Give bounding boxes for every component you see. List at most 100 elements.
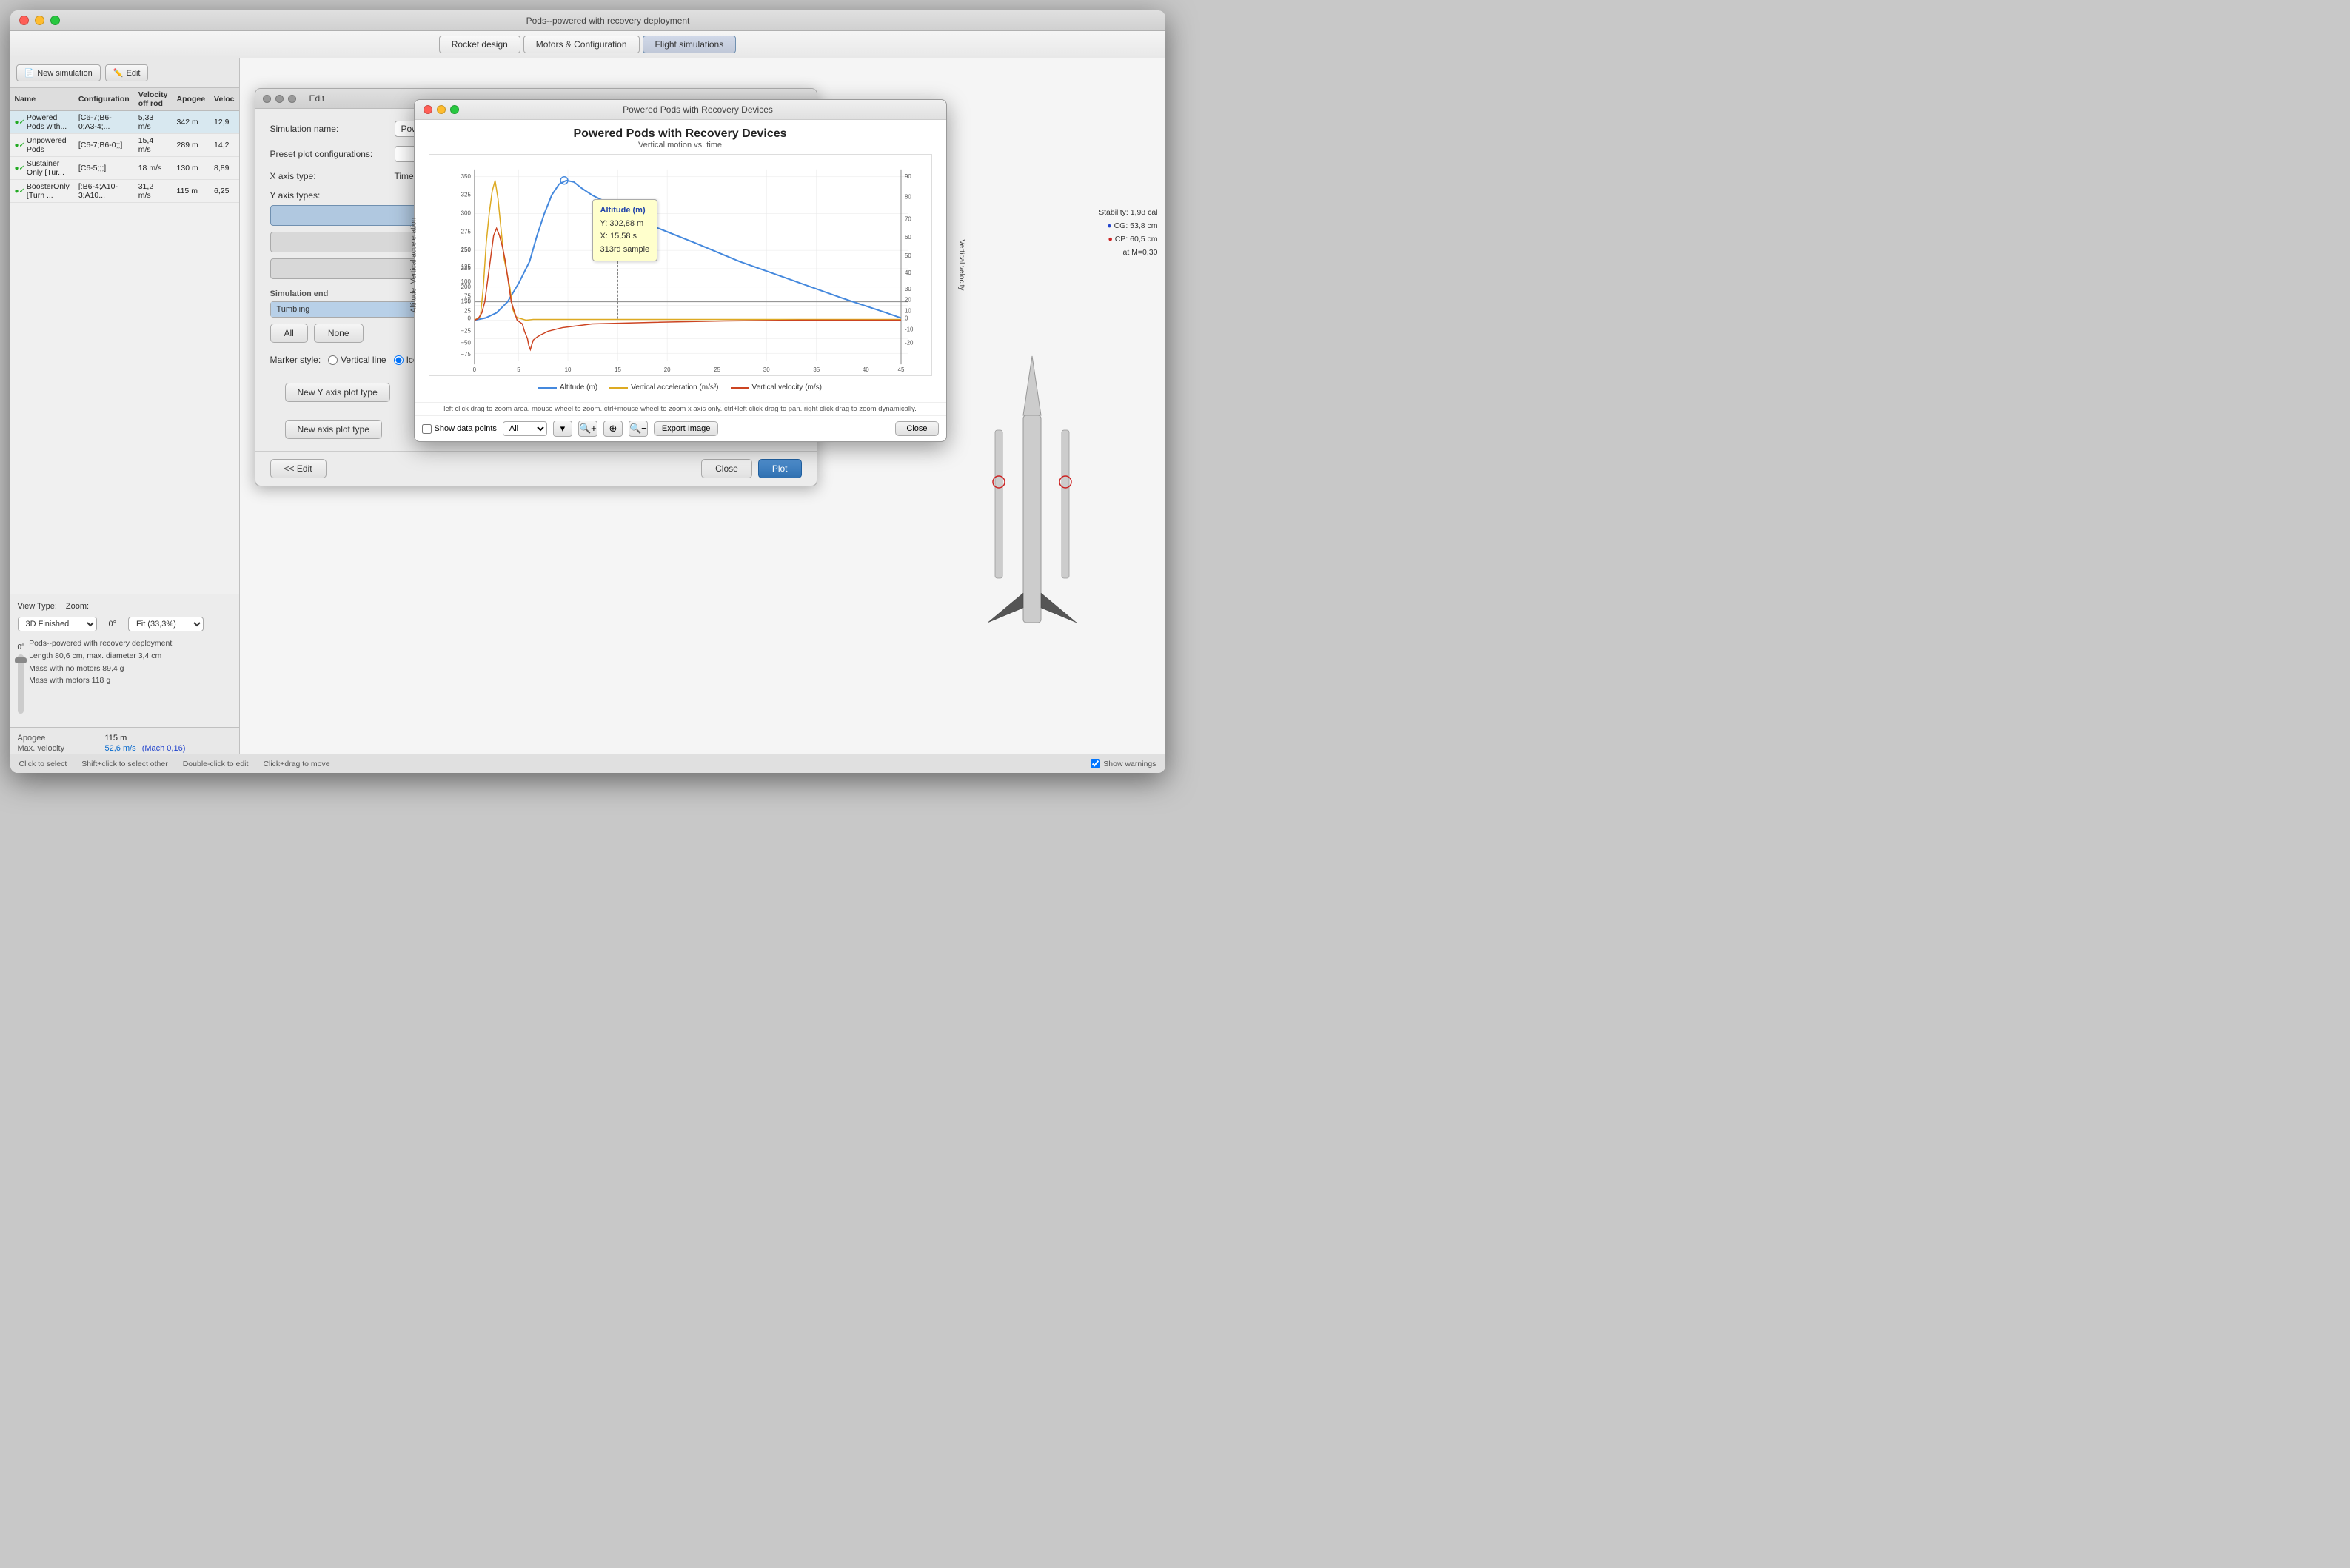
max-velocity-label: Max. velocity xyxy=(18,744,99,753)
legend-altitude: Altitude (m) xyxy=(538,383,597,392)
col-config: Configuration xyxy=(74,88,134,111)
chart-subtitle: Vertical motion vs. time xyxy=(422,141,939,150)
dialog-close-button[interactable]: Close xyxy=(701,459,752,478)
zoom-fit-icon[interactable]: ⊕ xyxy=(603,421,623,437)
edit-back-button[interactable]: << Edit xyxy=(270,459,327,478)
svg-text:20: 20 xyxy=(904,297,911,304)
dialog-close-btn[interactable] xyxy=(263,95,271,103)
svg-text:25: 25 xyxy=(464,308,471,315)
svg-text:15: 15 xyxy=(615,366,621,373)
center-panel: Edit Simulation name: Preset plot config… xyxy=(240,58,1165,771)
window-controls xyxy=(19,16,60,25)
svg-text:20: 20 xyxy=(663,366,670,373)
marker-vertical-line[interactable]: Vertical line xyxy=(328,355,386,365)
legend-vert-velocity: Vertical velocity (m/s) xyxy=(731,383,822,392)
status-green-icon: ●✓ xyxy=(15,141,25,150)
chart-svg: 350 325 300 275 250 225 200 175 150 125 xyxy=(429,155,931,375)
sim-end-tumbling[interactable]: Tumbling xyxy=(271,302,418,317)
svg-text:40: 40 xyxy=(904,269,911,276)
angle-panel: 0° xyxy=(18,637,25,720)
angle-slider[interactable] xyxy=(18,654,24,714)
edit-simulation-button[interactable]: ✏️ Edit xyxy=(105,64,149,81)
marker-label: Marker style: xyxy=(270,355,321,365)
table-row[interactable]: ●✓ BoosterOnly [Turn ... [:B6-4;A10-3;A1… xyxy=(10,180,239,203)
svg-text:-10: -10 xyxy=(904,326,913,332)
svg-text:25: 25 xyxy=(714,366,720,373)
show-warnings-section: Show warnings xyxy=(1091,759,1156,768)
view-panel: View Type: Zoom: 3D Finished 0° Fit (33,… xyxy=(10,594,239,727)
main-window: Pods--powered with recovery deployment R… xyxy=(10,10,1165,773)
svg-text:−50: −50 xyxy=(461,339,471,346)
svg-text:30: 30 xyxy=(763,366,769,373)
svg-text:150: 150 xyxy=(461,247,471,253)
chart-min-btn[interactable] xyxy=(437,105,446,114)
svg-text:10: 10 xyxy=(564,366,571,373)
zoom-dropdown-icon[interactable]: ▾ xyxy=(553,421,572,437)
svg-text:300: 300 xyxy=(461,210,471,216)
plot-button[interactable]: Plot xyxy=(758,459,802,478)
sim-end-header: Simulation end xyxy=(270,289,418,298)
svg-text:70: 70 xyxy=(904,215,911,222)
zoom-select[interactable]: Fit (33,3%) xyxy=(128,617,204,631)
new-y-axis-button[interactable]: New Y axis plot type xyxy=(285,383,390,402)
chart-zoom-select[interactable]: All xyxy=(503,421,547,436)
zoom-out-icon[interactable]: 🔍− xyxy=(629,421,648,437)
close-btn[interactable] xyxy=(19,16,29,25)
chart-tooltip: Altitude (m) Y: 302,88 m X: 15,58 s 313r… xyxy=(592,199,658,261)
status-green-icon: ●✓ xyxy=(15,164,25,172)
svg-text:100: 100 xyxy=(461,278,471,285)
dialog-max-btn[interactable] xyxy=(288,95,296,103)
show-data-points-check[interactable]: Show data points xyxy=(422,424,497,434)
show-warnings-checkbox[interactable] xyxy=(1091,759,1100,768)
tab-motors-config[interactable]: Motors & Configuration xyxy=(523,36,640,53)
edit-icon: ✏️ xyxy=(113,68,124,78)
table-row[interactable]: ●✓ Powered Pods with... [C6-7;B6-0;A3-4;… xyxy=(10,111,239,134)
export-image-button[interactable]: Export Image xyxy=(654,421,718,436)
svg-text:50: 50 xyxy=(464,298,471,305)
apogee-value: 115 m xyxy=(105,734,127,743)
new-axis-plot-type-button[interactable]: New axis plot type xyxy=(285,420,382,439)
chart-close-button[interactable]: Close xyxy=(895,421,938,436)
chart-max-btn[interactable] xyxy=(450,105,459,114)
svg-text:90: 90 xyxy=(904,173,911,180)
dialog-action-buttons: << Edit Close Plot xyxy=(255,451,817,486)
chart-main-title: Powered Pods with Recovery Devices xyxy=(422,127,939,141)
table-row[interactable]: ●✓ Unpowered Pods [C6-7;B6-0;;] 15,4 m/s… xyxy=(10,134,239,157)
window-title: Pods--powered with recovery deployment xyxy=(60,16,1156,26)
new-simulation-button[interactable]: 📄 New simulation xyxy=(16,64,101,81)
svg-text:325: 325 xyxy=(461,192,471,198)
mach-value: (Mach 0,16) xyxy=(142,744,186,753)
svg-text:−75: −75 xyxy=(461,351,471,358)
tab-flight-simulations[interactable]: Flight simulations xyxy=(643,36,737,53)
chart-window-controls xyxy=(424,105,459,114)
none-button[interactable]: None xyxy=(314,324,364,343)
svg-text:30: 30 xyxy=(904,286,911,292)
chart-close-btn[interactable] xyxy=(424,105,432,114)
zoom-in-icon[interactable]: 🔍+ xyxy=(578,421,597,437)
svg-text:50: 50 xyxy=(904,252,911,259)
chart-titlebar: Powered Pods with Recovery Devices xyxy=(415,100,946,120)
dialog-min-btn[interactable] xyxy=(275,95,284,103)
sim-name-label: Simulation name: xyxy=(270,124,389,134)
chart-container[interactable]: Altitude; Vertical acceleration Vertical… xyxy=(429,154,932,376)
chart-instructions: left click drag to zoom area. mouse whee… xyxy=(415,402,946,416)
hint-double-click: Double-click to edit xyxy=(183,760,249,768)
minimize-btn[interactable] xyxy=(35,16,44,25)
all-none-buttons: All None xyxy=(270,324,418,343)
main-area: 📄 New simulation ✏️ Edit Name Configurat… xyxy=(10,58,1165,771)
tab-rocket-design[interactable]: Rocket design xyxy=(439,36,520,53)
view-type-select[interactable]: 3D Finished xyxy=(18,617,97,631)
chart-area: Powered Pods with Recovery Devices Verti… xyxy=(415,120,946,402)
hint-drag: Click+drag to move xyxy=(263,760,329,768)
svg-text:40: 40 xyxy=(862,366,868,373)
y-right-label: Vertical velocity xyxy=(957,240,965,291)
maximize-btn[interactable] xyxy=(50,16,60,25)
all-button[interactable]: All xyxy=(270,324,308,343)
document-icon: 📄 xyxy=(24,68,35,78)
titlebar: Pods--powered with recovery deployment xyxy=(10,10,1165,31)
apogee-label: Apogee xyxy=(18,734,99,743)
svg-text:60: 60 xyxy=(904,234,911,241)
hint-shift-click: Shift+click to select other xyxy=(81,760,167,768)
table-row[interactable]: ●✓ Sustainer Only [Tur... [C6-5;;;] 18 m… xyxy=(10,157,239,180)
chart-legend: Altitude (m) Vertical acceleration (m/s²… xyxy=(422,381,939,395)
